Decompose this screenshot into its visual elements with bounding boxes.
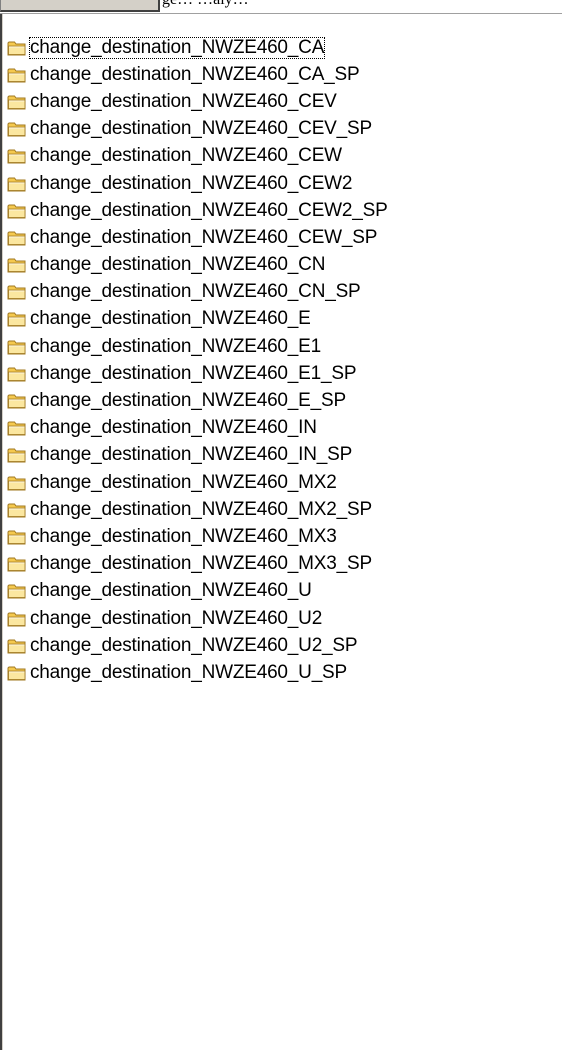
- header-partial-text: ge… …aly…: [162, 0, 249, 9]
- pane-left-border: [0, 14, 3, 1050]
- folder-label: change_destination_NWZE460_E_SP: [30, 390, 346, 412]
- folder-icon: [7, 555, 27, 573]
- folder-item[interactable]: change_destination_NWZE460_IN: [7, 415, 389, 442]
- folder-label: change_destination_NWZE460_IN: [30, 417, 317, 439]
- folder-label: change_destination_NWZE460_CEW2: [30, 172, 353, 194]
- folder-label: change_destination_NWZE460_MX3: [30, 525, 337, 547]
- folder-item[interactable]: change_destination_NWZE460_E1: [7, 333, 389, 360]
- folder-item[interactable]: change_destination_NWZE460_E: [7, 306, 389, 333]
- folder-icon: [7, 202, 27, 220]
- folder-icon: [7, 229, 27, 247]
- folder-icon: [7, 310, 27, 328]
- folder-icon: [7, 93, 27, 111]
- column-header: ge… …aly…: [0, 0, 562, 14]
- folder-item[interactable]: change_destination_NWZE460_CEV: [7, 88, 389, 115]
- folder-icon: [7, 39, 27, 57]
- folder-item[interactable]: change_destination_NWZE460_CA_SP: [7, 61, 389, 88]
- folder-label: change_destination_NWZE460_E: [30, 308, 311, 330]
- folder-label: change_destination_NWZE460_CEW2_SP: [30, 199, 388, 221]
- folder-item[interactable]: change_destination_NWZE460_U2: [7, 605, 389, 632]
- folder-label: change_destination_NWZE460_CEW_SP: [30, 226, 378, 248]
- folder-label: change_destination_NWZE460_U2: [30, 607, 323, 629]
- folder-item[interactable]: change_destination_NWZE460_CEW2_SP: [7, 197, 389, 224]
- folder-item[interactable]: change_destination_NWZE460_MX3: [7, 523, 389, 550]
- folder-icon: [7, 528, 27, 546]
- folder-icon: [7, 637, 27, 655]
- folder-item[interactable]: change_destination_NWZE460_E1_SP: [7, 360, 389, 387]
- folder-icon: [7, 610, 27, 628]
- folder-label: change_destination_NWZE460_U: [30, 580, 312, 602]
- folder-item[interactable]: change_destination_NWZE460_MX3_SP: [7, 551, 389, 578]
- folder-label: change_destination_NWZE460_U_SP: [30, 661, 348, 683]
- folder-icon: [7, 419, 27, 437]
- folder-item[interactable]: change_destination_NWZE460_CEV_SP: [7, 116, 389, 143]
- header-divider: [0, 13, 562, 14]
- folder-label: change_destination_NWZE460_CEV: [30, 90, 337, 112]
- folder-item[interactable]: change_destination_NWZE460_CN_SP: [7, 279, 389, 306]
- folder-label: change_destination_NWZE460_IN_SP: [30, 444, 353, 466]
- folder-item[interactable]: change_destination_NWZE460_E_SP: [7, 387, 389, 414]
- folder-item[interactable]: change_destination_NWZE460_U: [7, 578, 389, 605]
- header-tab[interactable]: [0, 0, 160, 12]
- folder-label: change_destination_NWZE460_E1: [30, 335, 322, 357]
- folder-icon: [7, 501, 27, 519]
- folder-tree-pane: ge… …aly… change_destination_NWZE460_CAc…: [0, 0, 562, 1050]
- folder-label: change_destination_NWZE460_U2_SP: [30, 634, 358, 656]
- folder-icon: [7, 147, 27, 165]
- folder-label: change_destination_NWZE460_CN: [30, 254, 326, 276]
- folder-label: change_destination_NWZE460_CEW: [30, 145, 342, 167]
- folder-item[interactable]: change_destination_NWZE460_MX2_SP: [7, 496, 389, 523]
- folder-icon: [7, 256, 27, 274]
- folder-list: change_destination_NWZE460_CA change_dest…: [7, 34, 389, 687]
- folder-item[interactable]: change_destination_NWZE460_MX2: [7, 469, 389, 496]
- folder-icon: [7, 664, 27, 682]
- folder-item[interactable]: change_destination_NWZE460_IN_SP: [7, 442, 389, 469]
- folder-item[interactable]: change_destination_NWZE460_CEW_SP: [7, 224, 389, 251]
- folder-icon: [7, 175, 27, 193]
- folder-item[interactable]: change_destination_NWZE460_U2_SP: [7, 632, 389, 659]
- folder-label: change_destination_NWZE460_CN_SP: [30, 281, 361, 303]
- folder-label: change_destination_NWZE460_MX2_SP: [30, 498, 372, 520]
- folder-label: change_destination_NWZE460_MX2: [30, 471, 337, 493]
- folder-icon: [7, 474, 27, 492]
- folder-icon: [7, 365, 27, 383]
- folder-icon: [7, 120, 27, 138]
- folder-icon: [7, 446, 27, 464]
- folder-label: change_destination_NWZE460_CEV_SP: [30, 118, 372, 140]
- folder-icon: [7, 338, 27, 356]
- folder-item[interactable]: change_destination_NWZE460_CA: [7, 34, 389, 61]
- folder-item[interactable]: change_destination_NWZE460_CEW2: [7, 170, 389, 197]
- folder-icon: [7, 283, 27, 301]
- folder-label: change_destination_NWZE460_CA_SP: [30, 63, 360, 85]
- folder-item[interactable]: change_destination_NWZE460_U_SP: [7, 659, 389, 686]
- folder-icon: [7, 582, 27, 600]
- folder-label: change_destination_NWZE460_E1_SP: [30, 362, 357, 384]
- folder-icon: [7, 66, 27, 84]
- folder-item[interactable]: change_destination_NWZE460_CN: [7, 252, 389, 279]
- folder-label: change_destination_NWZE460_MX3_SP: [30, 553, 372, 575]
- folder-icon: [7, 392, 27, 410]
- folder-label: change_destination_NWZE460_CA: [29, 36, 326, 59]
- folder-item[interactable]: change_destination_NWZE460_CEW: [7, 143, 389, 170]
